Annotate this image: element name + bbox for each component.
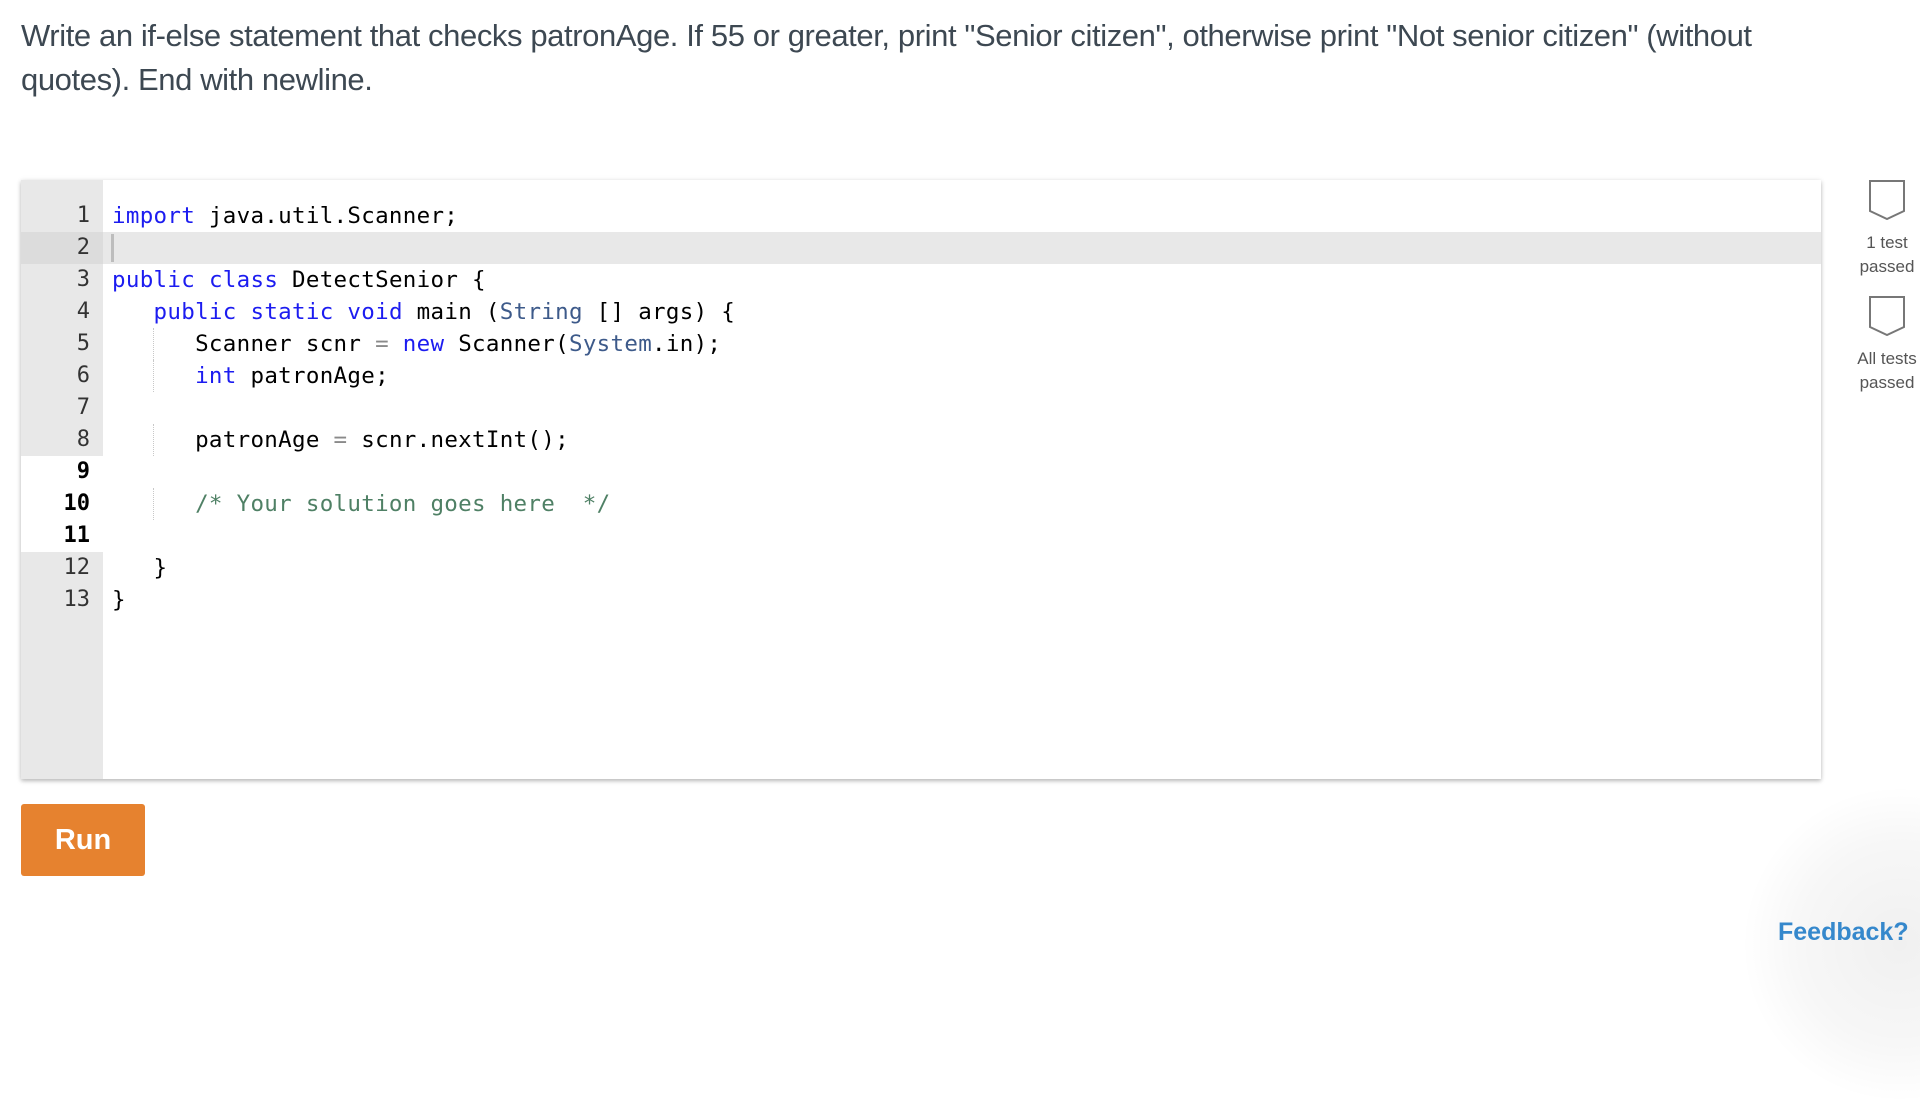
line-number: 9: [21, 456, 90, 488]
line-number: 3: [21, 264, 90, 296]
keyword-token: new: [402, 331, 445, 357]
keyword-token: class: [208, 267, 279, 293]
gutter-padding: [90, 488, 103, 520]
type-token: System: [568, 331, 653, 357]
code-token: patronAge: [112, 427, 334, 453]
code-text[interactable]: public class DetectSenior {: [112, 264, 486, 296]
gutter-padding: [90, 584, 103, 616]
gutter-padding: [90, 392, 103, 424]
code-token: .in);: [652, 331, 722, 357]
gutter-padding: [90, 360, 103, 392]
code-line[interactable]: 10 /* Your solution goes here */: [21, 488, 1821, 520]
code-token: java.util.Scanner;: [195, 203, 459, 229]
keyword-token: import: [112, 203, 196, 229]
line-number: 10: [21, 488, 90, 520]
test-status-label-line1: All tests: [1857, 349, 1917, 368]
code-text[interactable]: /* Your solution goes here */: [112, 488, 610, 520]
test-status-label: All tests passed: [1847, 347, 1920, 395]
code-token: main (: [402, 299, 500, 325]
code-lines[interactable]: 1 import java.util.Scanner; 2 3 public class…: [21, 200, 1821, 616]
line-number: 12: [21, 552, 90, 584]
code-line[interactable]: 9: [21, 456, 1821, 488]
code-line[interactable]: 5 Scanner scnr = new Scanner(System.in);: [21, 328, 1821, 360]
code-text[interactable]: }: [112, 584, 126, 616]
code-token: DetectSenior {: [278, 267, 486, 293]
line-number: 7: [21, 392, 90, 424]
code-line[interactable]: 13}: [21, 584, 1821, 616]
line-number: 4: [21, 296, 90, 328]
code-line[interactable]: 1 import java.util.Scanner;: [21, 200, 1821, 232]
code-token: Scanner(: [444, 331, 569, 357]
line-number: 1: [21, 200, 90, 232]
test-badge-icon: [1869, 180, 1905, 221]
code-token: patronAge;: [236, 363, 389, 389]
code-editor[interactable]: 1 import java.util.Scanner; 2 3 public class…: [21, 180, 1821, 779]
gutter-padding: [90, 264, 103, 296]
keyword-token: public: [112, 267, 196, 293]
code-line[interactable]: 4 public static void main (String [] arg…: [21, 296, 1821, 328]
code-line[interactable]: 11: [21, 520, 1821, 552]
code-line[interactable]: 3 public class DetectSenior {: [21, 264, 1821, 296]
line-number: 5: [21, 328, 90, 360]
code-line[interactable]: 6 int patronAge;: [21, 360, 1821, 392]
code-text[interactable]: import java.util.Scanner;: [112, 200, 458, 232]
line-number: 2: [21, 232, 90, 264]
test-status-label: 1 test passed: [1847, 231, 1920, 279]
code-token: Scanner scnr: [112, 331, 376, 357]
code-token: }: [112, 587, 126, 613]
code-text[interactable]: public static void main (String [] args)…: [112, 296, 735, 328]
line-number: 13: [21, 584, 90, 616]
test-status-label-line2: passed: [1859, 373, 1915, 392]
keyword-token: static: [250, 299, 334, 325]
code-token: [] args) {: [582, 299, 736, 325]
line-number: 11: [21, 520, 90, 552]
run-button[interactable]: Run: [21, 804, 145, 876]
gutter-padding: [90, 296, 103, 328]
test-status-label-line1: 1 test: [1866, 233, 1908, 252]
code-text[interactable]: int patronAge;: [112, 360, 389, 392]
code-text[interactable]: }: [112, 552, 168, 584]
gutter-padding: [90, 552, 103, 584]
gutter-padding: [90, 200, 103, 232]
comment-token: /* Your solution goes here */: [195, 491, 611, 517]
test-status-label-line2: passed: [1859, 257, 1915, 276]
code-token: }: [112, 555, 168, 581]
line-number: 8: [21, 424, 90, 456]
gutter-padding: [90, 328, 103, 360]
code-token: scnr.nextInt();: [347, 427, 569, 453]
operator-token: =: [333, 427, 348, 453]
problem-prompt: Write an if-else statement that checks p…: [21, 18, 1752, 97]
code-line[interactable]: 7: [21, 392, 1821, 424]
keyword-token: void: [347, 299, 403, 325]
gutter-padding: [90, 232, 103, 264]
gutter-padding: [90, 520, 103, 552]
keyword-token: int: [195, 363, 237, 389]
code-line[interactable]: 8 patronAge = scnr.nextInt();: [21, 424, 1821, 456]
type-token: String: [499, 299, 583, 325]
test-badge-icon: [1869, 296, 1905, 337]
code-line[interactable]: 12 }: [21, 552, 1821, 584]
text-cursor: [111, 234, 114, 262]
keyword-token: public: [153, 299, 237, 325]
code-line[interactable]: 2: [21, 232, 1821, 264]
gutter-padding: [90, 424, 103, 456]
gutter-padding: [90, 456, 103, 488]
operator-token: =: [375, 331, 389, 357]
code-text[interactable]: patronAge = scnr.nextInt();: [112, 424, 569, 456]
code-text[interactable]: Scanner scnr = new Scanner(System.in);: [112, 328, 721, 360]
line-number: 6: [21, 360, 90, 392]
feedback-link[interactable]: Feedback?: [1778, 918, 1909, 947]
